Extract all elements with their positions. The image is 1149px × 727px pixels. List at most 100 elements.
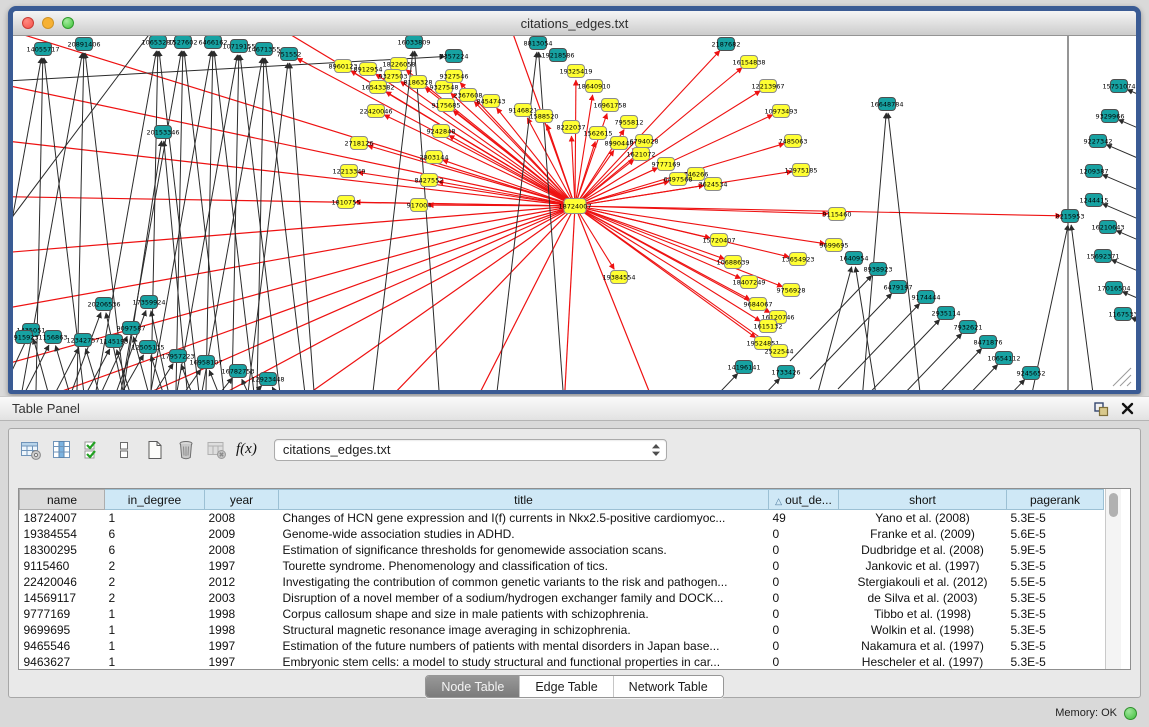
column-header-title[interactable]: title <box>279 490 769 510</box>
table-row[interactable]: 1830029562008Estimation of significance … <box>20 542 1104 558</box>
graph-edge[interactable] <box>943 380 1025 390</box>
graph-edge[interactable] <box>838 304 920 389</box>
graph-node[interactable]: 2935114 <box>932 307 961 320</box>
graph-node[interactable]: 7357224 <box>440 50 469 63</box>
network-graph-canvas[interactable]: 1405571720891406106532871527602646616210… <box>13 36 1136 390</box>
tab-network-table[interactable]: Network Table <box>613 676 723 697</box>
graph-edge[interactable] <box>809 267 852 390</box>
graph-node[interactable]: 10654112 <box>987 352 1020 365</box>
graph-edge[interactable] <box>575 206 1061 216</box>
close-window-icon[interactable] <box>22 17 34 29</box>
graph-node[interactable]: 19218586 <box>541 49 574 62</box>
graph-edge[interactable] <box>13 206 575 376</box>
graph-node[interactable]: 1562615 <box>584 127 613 140</box>
delete-rows-button[interactable] <box>172 437 200 463</box>
graph-node[interactable]: 12923448 <box>251 373 284 386</box>
graph-edge[interactable] <box>363 206 575 390</box>
graph-node[interactable]: 8938923 <box>864 263 893 276</box>
graph-node[interactable]: 1640954 <box>840 252 869 265</box>
graph-node[interactable]: 16958107 <box>189 356 222 369</box>
function-builder-button[interactable]: f(x) <box>236 441 257 458</box>
graph-edge[interactable] <box>575 206 725 259</box>
table-row[interactable]: 911546021997Tourette syndrome. Phenomeno… <box>20 558 1104 574</box>
citation-graph[interactable]: 1405571720891406106532871527602646616210… <box>13 36 1136 390</box>
close-panel-icon[interactable] <box>1117 400 1137 418</box>
graph-node[interactable]: 20891406 <box>67 38 100 51</box>
graph-node[interactable]: 19325419 <box>559 65 592 78</box>
graph-node[interactable]: 1615132 <box>754 320 783 333</box>
graph-node[interactable]: 16033809 <box>397 36 430 49</box>
graph-node[interactable]: 12213349 <box>332 165 365 178</box>
resize-grip-icon[interactable] <box>1127 382 1131 386</box>
column-header-out-de-[interactable]: △out_de... <box>769 490 839 510</box>
graph-node[interactable]: 7955812 <box>615 116 644 129</box>
table-row[interactable]: 1938455462009Genome-wide association stu… <box>20 526 1104 542</box>
node-table-area[interactable]: namein_degreeyeartitle△out_de...shortpag… <box>18 488 1131 670</box>
graph-node[interactable]: 12342757 <box>66 334 99 347</box>
graph-node[interactable]: 3624534 <box>699 178 728 191</box>
graph-node[interactable]: 19384554 <box>602 271 635 284</box>
graph-edge[interactable] <box>214 51 259 390</box>
graph-node[interactable]: 9684067 <box>744 298 773 311</box>
zoom-window-icon[interactable] <box>62 17 74 29</box>
graph-edge[interactable] <box>443 160 575 206</box>
new-document-button[interactable] <box>141 437 169 463</box>
table-row[interactable]: 977716911998Corpus callosum shape and si… <box>20 606 1104 622</box>
graph-node[interactable]: 16154838 <box>732 56 765 69</box>
graph-node[interactable]: 9174444 <box>912 291 941 304</box>
table-row[interactable]: 1872400712008Changes of HCN gene express… <box>20 510 1104 526</box>
graph-edge[interactable] <box>563 206 575 390</box>
graph-edge[interactable] <box>272 387 296 390</box>
graph-edge[interactable] <box>575 206 614 269</box>
graph-edge[interactable] <box>223 386 262 390</box>
graph-node[interactable]: 16648784 <box>870 98 903 111</box>
graph-edge[interactable] <box>571 136 575 206</box>
graph-edge[interactable] <box>575 206 789 257</box>
graph-edge[interactable] <box>265 58 310 390</box>
graph-edge[interactable] <box>698 379 780 390</box>
graph-node[interactable]: 917004 <box>407 199 432 212</box>
graph-node[interactable]: 9115460 <box>823 208 852 221</box>
graph-node[interactable]: 1167533 <box>1109 308 1136 321</box>
graph-node[interactable]: 7932621 <box>954 321 983 334</box>
graph-node[interactable]: 10973493 <box>764 105 797 118</box>
graph-node[interactable]: 1156863 <box>39 331 68 344</box>
graph-node[interactable]: 10688639 <box>716 256 749 269</box>
graph-node[interactable]: 13654923 <box>781 253 814 266</box>
window-titlebar[interactable]: citations_edges.txt <box>13 11 1136 36</box>
graph-node[interactable]: 12213967 <box>751 80 784 93</box>
graph-node[interactable]: 15720407 <box>702 234 735 247</box>
graph-edge[interactable] <box>539 52 566 390</box>
tab-node-table[interactable]: Node Table <box>426 676 519 697</box>
float-panel-icon[interactable] <box>1091 400 1111 418</box>
graph-node[interactable]: 6497568 <box>664 173 693 186</box>
graph-node[interactable]: 16543382 <box>361 81 394 94</box>
graph-node[interactable]: 16782753 <box>221 365 254 378</box>
node-table[interactable]: namein_degreeyeartitle△out_de...shortpag… <box>19 489 1104 670</box>
graph-edge[interactable] <box>810 294 892 379</box>
column-header-pagerank[interactable]: pagerank <box>1007 490 1104 510</box>
graph-edge[interactable] <box>1071 225 1098 390</box>
tab-edge-table[interactable]: Edge Table <box>519 676 612 697</box>
column-header-in-degree[interactable]: in_degree <box>105 490 205 510</box>
graph-node[interactable]: 20153346 <box>146 126 179 139</box>
graph-node[interactable]: 8813054 <box>524 37 553 50</box>
graph-node[interactable]: 1733426 <box>772 366 801 379</box>
graph-node[interactable]: 14671355 <box>247 43 280 56</box>
graph-node[interactable]: 1527602 <box>169 36 198 49</box>
table-scrollbar-thumb[interactable] <box>1109 493 1118 517</box>
graph-node[interactable]: 9756928 <box>777 284 806 297</box>
minimize-window-icon[interactable] <box>42 17 54 29</box>
graph-edge[interactable] <box>1118 120 1136 164</box>
graph-node[interactable]: 8471876 <box>974 336 1003 349</box>
graph-node[interactable]: 8215953 <box>1056 210 1085 223</box>
graph-node[interactable]: 12975185 <box>784 164 817 177</box>
graph-edge[interactable] <box>656 374 738 390</box>
graph-edge[interactable] <box>575 206 825 244</box>
graph-node[interactable]: 7485063 <box>779 135 808 148</box>
graph-node[interactable]: 9242848 <box>427 125 456 138</box>
graph-edge[interactable] <box>1127 90 1136 134</box>
graph-node[interactable]: 6794028 <box>630 135 659 148</box>
graph-node[interactable]: 2718126 <box>345 137 374 150</box>
memory-ok-icon[interactable] <box>1124 707 1137 720</box>
